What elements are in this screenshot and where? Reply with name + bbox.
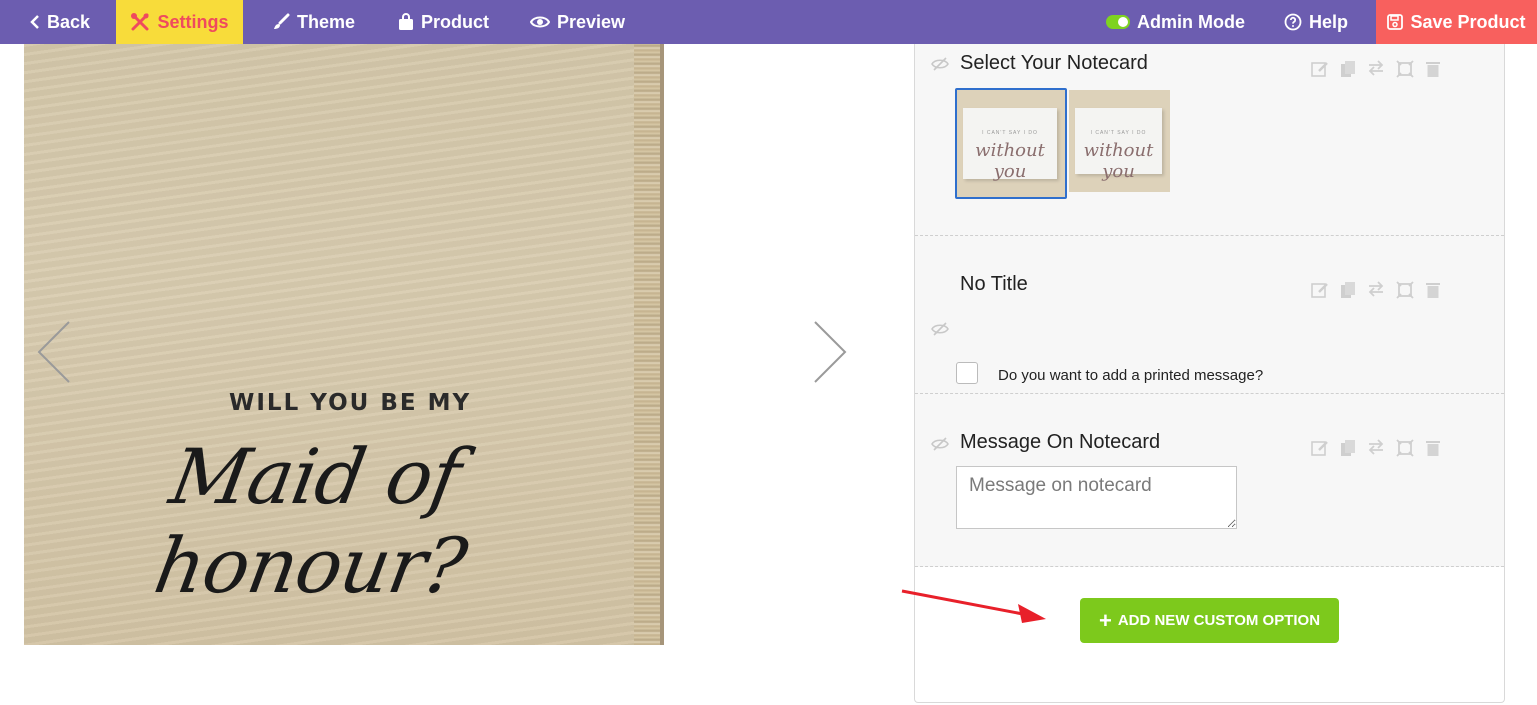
- admin-mode-label: Admin Mode: [1137, 11, 1245, 32]
- crop-frame-icon[interactable]: [1396, 60, 1414, 78]
- duplicate-icon[interactable]: [1340, 281, 1356, 299]
- thumbnail-text-top: I CAN'T SAY I DO: [1090, 130, 1147, 136]
- swap-icon[interactable]: [1367, 439, 1385, 457]
- help-label: Help: [1309, 11, 1349, 32]
- product-tab[interactable]: Product: [398, 0, 489, 44]
- plus-icon: +: [1098, 607, 1112, 633]
- back-label: Back: [47, 11, 91, 32]
- edit-icon[interactable]: [1311, 281, 1329, 299]
- option-toolbar: [1311, 281, 1441, 299]
- thumbnail-text-script: without you: [975, 140, 1045, 182]
- crop-frame-icon[interactable]: [1396, 439, 1414, 457]
- product-text-line2: Maid of honour?: [148, 432, 473, 610]
- swap-icon[interactable]: [1367, 60, 1385, 78]
- eye-slash-icon[interactable]: [931, 322, 949, 341]
- shopping-bag-icon: [398, 13, 414, 31]
- toggle-on-icon: [1106, 15, 1130, 29]
- option-message-on-notecard: Message On Notecard: [915, 394, 1504, 567]
- settings-tab[interactable]: Settings: [116, 0, 243, 44]
- add-new-custom-option-label: ADD NEW CUSTOM OPTION: [1117, 612, 1321, 629]
- trash-icon[interactable]: [1425, 60, 1441, 78]
- duplicate-icon[interactable]: [1340, 60, 1356, 78]
- message-on-notecard-input[interactable]: [956, 466, 1237, 529]
- brush-icon: [272, 13, 290, 31]
- option-toolbar: [1311, 439, 1441, 457]
- option-select-notecard: Select Your Notecard I CAN'T SAY I DO wit…: [915, 44, 1504, 236]
- product-label: Product: [421, 11, 490, 32]
- printed-message-checkbox[interactable]: [956, 362, 978, 384]
- tools-icon: [130, 12, 150, 32]
- trash-icon[interactable]: [1425, 439, 1441, 457]
- theme-label: Theme: [297, 11, 356, 32]
- swap-icon[interactable]: [1367, 281, 1385, 299]
- next-image-arrow[interactable]: [812, 320, 848, 389]
- option-title: Select Your Notecard: [960, 52, 1148, 74]
- notecard-thumbnail[interactable]: I CAN'T SAY I DO without you: [1069, 90, 1170, 192]
- crop-frame-icon[interactable]: [1396, 281, 1414, 299]
- annotation-arrow-icon: [900, 585, 1050, 630]
- chevron-left-icon: [30, 15, 40, 29]
- question-circle-icon: [1284, 13, 1302, 31]
- eye-icon: [530, 15, 550, 29]
- edit-icon[interactable]: [1311, 439, 1329, 457]
- option-no-title: No Title Do you want to add a printed me…: [915, 236, 1504, 394]
- eye-slash-icon[interactable]: [931, 57, 949, 76]
- top-toolbar: Back Settings Theme Product Preview Admi…: [0, 0, 1537, 44]
- duplicate-icon[interactable]: [1340, 439, 1356, 457]
- thumbnail-text-script: without you: [1083, 140, 1154, 182]
- help-button[interactable]: Help: [1284, 0, 1348, 44]
- option-title: No Title: [960, 273, 1028, 295]
- eye-slash-icon[interactable]: [931, 437, 949, 456]
- previous-image-arrow[interactable]: [36, 320, 72, 389]
- theme-tab[interactable]: Theme: [272, 0, 355, 44]
- option-toolbar: [1311, 60, 1441, 78]
- notecard-thumbnail-selected[interactable]: I CAN'T SAY I DO without you: [955, 88, 1067, 199]
- option-title: Message On Notecard: [960, 431, 1161, 453]
- product-image: WILL YOU BE MY Maid of honour?: [24, 44, 666, 645]
- admin-mode-toggle[interactable]: Admin Mode: [1106, 0, 1245, 44]
- trash-icon[interactable]: [1425, 281, 1441, 299]
- back-button[interactable]: Back: [30, 0, 90, 44]
- save-product-label: Save Product: [1410, 11, 1526, 32]
- preview-label: Preview: [557, 11, 626, 32]
- settings-label: Settings: [157, 11, 229, 32]
- add-new-custom-option-button[interactable]: + ADD NEW CUSTOM OPTION: [1080, 598, 1339, 643]
- save-product-button[interactable]: Save Product: [1376, 0, 1537, 44]
- edit-icon[interactable]: [1311, 60, 1329, 78]
- floppy-disk-icon: [1387, 14, 1404, 30]
- thumbnail-text-top: I CAN'T SAY I DO: [982, 130, 1038, 136]
- printed-message-label: Do you want to add a printed message?: [998, 367, 1264, 384]
- preview-tab[interactable]: Preview: [530, 0, 625, 44]
- product-text-line1: WILL YOU BE MY: [229, 390, 472, 416]
